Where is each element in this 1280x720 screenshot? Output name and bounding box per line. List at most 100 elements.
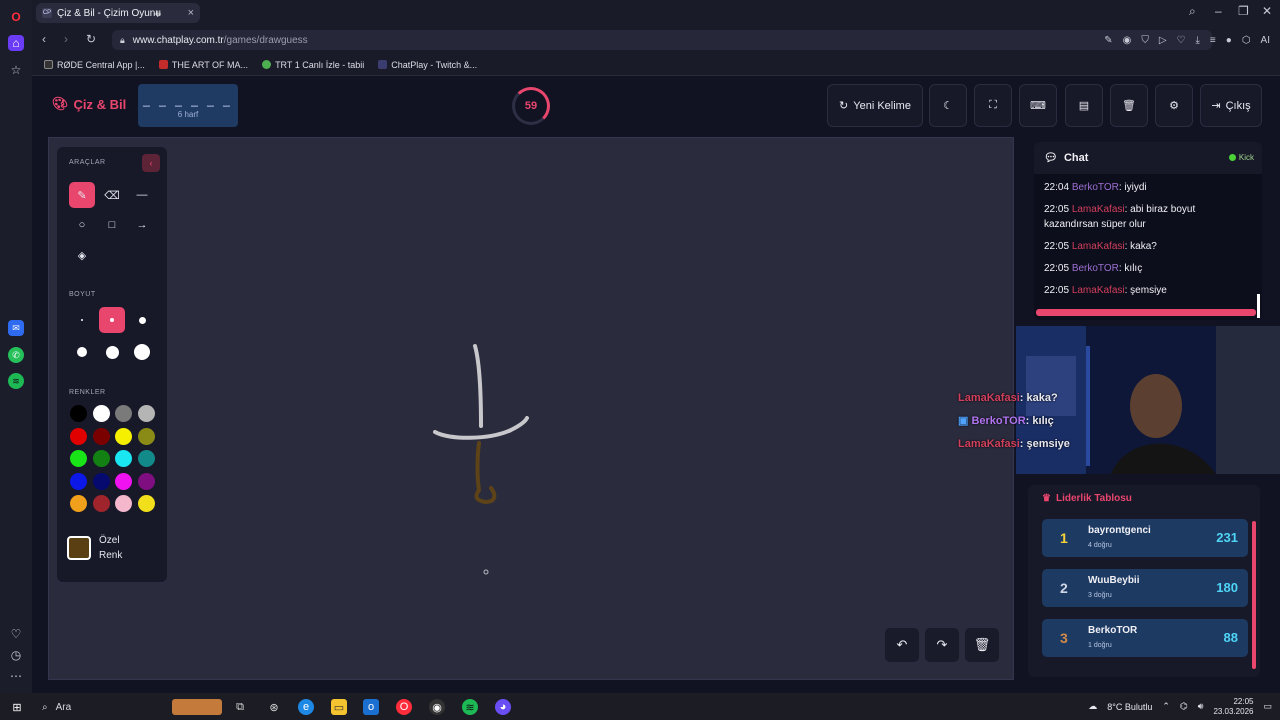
color-swatch[interactable] [70,472,87,490]
back-icon[interactable]: ‹ [42,32,46,46]
spotify-taskbar-icon[interactable]: ≋ [462,699,478,715]
settings-button[interactable]: ⚙ [1155,84,1193,127]
color-swatch[interactable] [92,450,110,467]
color-swatch[interactable] [70,450,87,467]
color-swatch[interactable] [115,495,132,512]
leaderboard-scrollbar[interactable] [1252,521,1256,669]
bookmark-item[interactable]: ChatPlay - Twitch &... [378,60,477,70]
history-icon[interactable]: ◷ [8,647,24,663]
color-swatch[interactable] [137,405,155,422]
collapse-panel-button[interactable]: ‹ [142,154,160,172]
widgets-icon[interactable]: ⊛ [266,699,282,715]
more-icon[interactable]: ⋯ [8,668,24,684]
discord-icon[interactable]: ◕ [495,699,511,715]
reload-icon[interactable]: ↻ [86,32,96,46]
redo-button[interactable]: ↷ [925,628,959,662]
maximize-icon[interactable]: ❐ [1238,4,1249,18]
archive-button[interactable]: ▤ [1065,84,1103,127]
bookmark-item[interactable]: TRT 1 Canlı İzle - tabii [262,60,364,70]
undo-button[interactable]: ↶ [885,628,919,662]
star-icon[interactable]: ☆ [8,62,24,78]
color-swatch[interactable] [115,405,132,422]
menu-icon[interactable]: ≡ [1210,35,1216,46]
home-icon[interactable]: ⌂ [8,35,24,51]
size-option[interactable] [99,307,125,333]
arrow-tool-button[interactable]: → [129,212,155,238]
opera-logo-icon[interactable]: O [8,9,24,25]
extension-icon[interactable]: ⬡ [1242,35,1251,46]
ai-button[interactable]: AI [1261,35,1270,46]
edge-icon[interactable]: e [298,699,314,715]
dark-mode-button[interactable]: ☾ [929,84,967,127]
color-swatch[interactable] [115,450,132,467]
exit-button[interactable]: ⇥ Çıkış [1200,84,1262,127]
windows-start-icon[interactable]: ⊞ [9,699,25,715]
circle-tool-button[interactable]: ○ [69,212,95,238]
notifications-icon[interactable]: ▭ [1263,701,1272,712]
trash-button[interactable]: 🗑︎ [1110,84,1148,127]
size-option[interactable] [69,307,95,333]
color-swatch[interactable] [70,495,87,512]
whatsapp-icon[interactable]: ✆ [8,347,24,363]
spotify-icon[interactable]: ≋ [8,373,24,389]
color-swatch[interactable] [137,495,155,512]
color-swatch[interactable] [70,405,87,422]
eraser-tool-button[interactable]: ⌫ [99,182,125,208]
active-tab[interactable]: CP Çiz & Bil - Çizim Oyunu × [36,3,200,23]
color-swatch[interactable] [92,472,110,490]
clear-canvas-button[interactable]: 🗑︎ [965,628,999,662]
pen-tool-button[interactable]: ✎ [69,182,95,208]
color-swatch[interactable] [115,472,132,490]
outlook-icon[interactable]: o [363,699,379,715]
fill-tool-button[interactable]: ◈ [69,242,95,268]
task-view-icon[interactable]: ⧉ [232,699,248,715]
chat-scrollbar[interactable] [1257,294,1260,318]
play-icon[interactable]: ▷ [1159,35,1167,46]
rectangle-tool-button[interactable]: □ [99,212,125,238]
download-icon[interactable]: ⤓ [1196,35,1200,46]
volume-icon[interactable]: 🔊︎ [1198,701,1204,712]
bookmark-item[interactable]: THE ART OF MA... [158,60,248,70]
app-logo[interactable]: 🎨︎ Çiz & Bil [52,96,126,112]
new-word-button[interactable]: ↻ Yeni Kelime [827,84,923,127]
close-window-icon[interactable]: ✕ [1262,4,1272,18]
search-tabs-icon[interactable]: ⌕ [1189,4,1196,19]
size-option[interactable] [99,339,125,365]
custom-color-button[interactable]: Özel Renk [67,528,159,568]
drawing-canvas[interactable]: ARAÇLAR ‹ ✎ ⌫ — ○ □ → ◈ BOYUT RENKLER Öz… [48,137,1014,680]
clock[interactable]: 22:05 23.03.2026 [1213,697,1253,717]
keyboard-button[interactable]: ⌨ [1019,84,1057,127]
line-tool-button[interactable]: — [129,182,155,208]
edit-icon[interactable]: ✎ [1104,35,1112,46]
fullscreen-button[interactable]: ⛶ [974,84,1012,127]
search-highlight-icon[interactable] [172,699,222,715]
heart-icon[interactable]: ♡ [1177,35,1186,46]
new-tab-icon[interactable]: + [154,6,162,21]
chevron-up-icon[interactable]: ⌃ [1162,701,1170,712]
camera-icon[interactable]: ◉ [1123,35,1132,46]
minimize-icon[interactable]: – [1215,4,1222,18]
size-option[interactable] [129,339,155,365]
bookmark-item[interactable]: RØDE Central App |... [44,60,145,70]
color-swatch[interactable] [92,427,110,445]
color-swatch[interactable] [137,427,155,445]
color-swatch[interactable] [92,405,110,422]
weather-text[interactable]: 8°C Bulutlu [1107,702,1152,712]
color-swatch[interactable] [92,495,110,512]
color-swatch[interactable] [137,450,155,467]
heart-icon[interactable]: ♡ [8,626,24,642]
opera-taskbar-icon[interactable]: O [396,699,412,715]
url-field[interactable]: 🔒︎ www.chatplay.com.tr/games/drawguess [112,30,1212,50]
color-swatch[interactable] [70,427,87,445]
chat-input-bar[interactable] [1036,309,1256,316]
messenger-icon[interactable]: ✉ [8,320,24,336]
shield-icon[interactable]: ⛉ [1141,35,1149,46]
profile-icon[interactable]: ● [1226,35,1232,46]
obs-icon[interactable]: ◉ [429,699,445,715]
close-tab-icon[interactable]: × [188,7,194,19]
size-option[interactable] [69,339,95,365]
network-icon[interactable]: ⌬ [1180,701,1188,712]
size-option[interactable] [129,307,155,333]
forward-icon[interactable]: › [64,32,68,46]
file-explorer-icon[interactable]: ▭ [331,699,347,715]
